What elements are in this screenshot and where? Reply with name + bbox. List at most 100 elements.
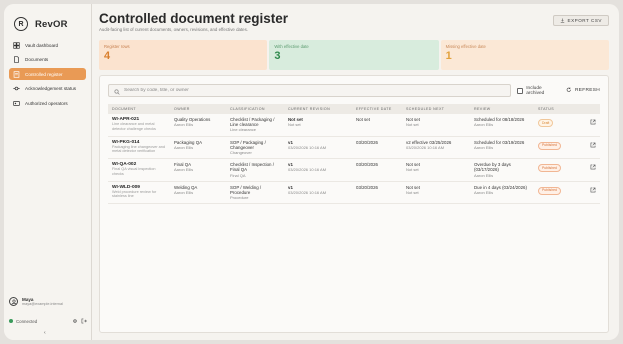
export-csv-button[interactable]: EXPORT CSV [552, 15, 609, 26]
app-window: R RevOR Vault dashboard Documents Contro… [4, 4, 619, 340]
sidebar-item-vault-dashboard[interactable]: Vault dashboard [9, 39, 86, 51]
stat-value: 3 [274, 50, 281, 62]
scheduled-next-sub: Not set [406, 167, 419, 173]
search-box [108, 82, 512, 100]
app-name: RevOR [35, 18, 68, 30]
register-card: Include archived REFRESH DOCUMENT OWNER … [99, 75, 609, 333]
revision-time: 03/20/2026 10:16 AM [288, 167, 327, 173]
document-title: Line clearance and metal detector challe… [112, 122, 156, 131]
column-header[interactable]: CLASSIFICATION [226, 104, 284, 114]
dashboard-icon [13, 41, 20, 49]
connection-status: Connected [9, 318, 87, 324]
page-title: Controlled document register [99, 11, 289, 26]
table-row[interactable]: WI-WLD-009 Weld procedure review for stai… [108, 181, 600, 205]
search-icon [114, 82, 120, 100]
stat-label: Missing effective date [445, 44, 486, 49]
review-person: Aaron Ellis [474, 172, 494, 178]
register-icon [13, 70, 20, 78]
download-icon [560, 18, 565, 24]
user-profile[interactable]: Maya maya@example.internal [9, 297, 87, 306]
column-header[interactable]: EFFECTIVE DATE [352, 104, 402, 114]
sidebar-item-authorized-operators[interactable]: Authorized operators [9, 97, 86, 109]
column-header[interactable]: STATUS [534, 104, 586, 114]
stat-label: Register rows [104, 44, 130, 49]
review: Overdue by 3 days (03/17/2026) [474, 162, 511, 173]
classification-sub: Procedure [230, 195, 249, 201]
acknowledge-icon [13, 85, 20, 92]
refresh-button[interactable]: REFRESH [566, 87, 600, 95]
search-input[interactable] [124, 88, 506, 93]
open-external-icon[interactable] [590, 142, 596, 148]
sidebar-item-documents[interactable]: Documents [9, 54, 86, 66]
column-header[interactable]: REVIEW [470, 104, 534, 114]
document-title: Final QA visual inspection checks [112, 167, 156, 176]
include-archived-toggle[interactable]: Include archived [517, 86, 560, 96]
main-content: Controlled document register Audit-facin… [92, 4, 619, 340]
table-row[interactable]: WI-PKG-014 Packaging line changeover and … [108, 136, 600, 160]
status-badge: Published [538, 186, 561, 196]
sidebar-item-label: Controlled register [25, 71, 63, 77]
toolbar: Include archived REFRESH [108, 84, 600, 97]
stat-value: 4 [104, 50, 111, 62]
column-header[interactable]: OWNER [170, 104, 226, 114]
refresh-label: REFRESH [574, 88, 600, 93]
refresh-icon [566, 87, 572, 95]
column-header[interactable]: SCHEDULED NEXT [402, 104, 470, 114]
sidebar: R RevOR Vault dashboard Documents Contro… [4, 4, 92, 340]
effective-date: 03/20/2026 [356, 139, 378, 145]
operators-icon [13, 100, 20, 107]
collapse-sidebar-icon[interactable]: ‹ [44, 330, 46, 336]
status-badge: Published [538, 164, 561, 173]
brand[interactable]: R RevOR [4, 4, 91, 34]
brand-logo-icon: R [14, 17, 28, 31]
page-subtitle: Audit-facing list of current documents, … [99, 27, 249, 32]
review-person: Aaron Ellis [474, 144, 494, 150]
stat-value: 1 [445, 50, 452, 62]
revision-time: Not set [288, 122, 301, 128]
revision-time: 03/20/2026 10:16 AM [288, 190, 327, 196]
status-badge: Draft [538, 119, 554, 128]
open-external-icon[interactable] [590, 187, 596, 193]
sidebar-item-controlled-register[interactable]: Controlled register [9, 68, 86, 80]
classification: SOP / Packaging / Changeover [230, 139, 266, 150]
owner-person: Aaron Ellis [174, 144, 194, 150]
scheduled-next-sub: 03/20/2026 10:16 AM [406, 144, 445, 150]
owner-person: Aaron Ellis [174, 167, 194, 173]
review-person: Aaron Ellis [474, 122, 494, 128]
status-badge: Published [538, 141, 561, 150]
settings-icon[interactable] [72, 318, 78, 324]
scheduled-next-sub: Not set [406, 190, 419, 196]
classification: Checklist / Packaging / Line clearance [230, 117, 275, 128]
stat-missing-effective-date: Missing effective date 1 [440, 40, 610, 70]
open-external-icon[interactable] [590, 164, 596, 170]
document-title: Weld procedure review for stainless line [112, 190, 157, 199]
sidebar-item-label: Vault dashboard [25, 42, 59, 48]
include-archived-label: Include archived [526, 85, 545, 96]
column-header[interactable]: CURRENT REVISION [284, 104, 352, 114]
sidebar-item-label: Authorized operators [25, 100, 68, 106]
document-title: Packaging line changeover and metal dete… [112, 144, 165, 154]
logout-icon[interactable] [81, 318, 87, 324]
sidebar-item-acknowledgement-status[interactable]: Acknowledgement status [9, 83, 86, 95]
table-header-row: DOCUMENT OWNER CLASSIFICATION CURRENT RE… [108, 104, 600, 114]
register-table: DOCUMENT OWNER CLASSIFICATION CURRENT RE… [108, 104, 600, 205]
stats-row: Register rows 4 With effective date 3 Mi… [99, 40, 610, 70]
classification-sub: Line clearance [230, 127, 257, 133]
table-row[interactable]: WI-QA-002 Final QA visual inspection chec… [108, 158, 600, 182]
stat-label: With effective date [274, 44, 309, 49]
status-dot-icon [9, 319, 13, 323]
column-header[interactable]: DOCUMENT [108, 104, 170, 114]
sidebar-item-label: Acknowledgement status [25, 86, 77, 91]
sidebar-nav: Vault dashboard Documents Controlled reg… [4, 39, 91, 109]
column-header-actions [586, 104, 600, 114]
export-csv-label: EXPORT CSV [567, 18, 602, 23]
user-avatar-icon [9, 297, 18, 306]
classification: Checklist / Inspection / Final QA [230, 162, 274, 173]
document-icon [13, 56, 20, 63]
connection-status-label: Connected [16, 318, 38, 324]
effective-date: 03/20/2026 [356, 162, 378, 168]
table-row[interactable]: WI-APR-021 Line clearance and metal detec… [108, 114, 600, 137]
revision-time: 03/20/2026 10:16 AM [288, 144, 327, 150]
include-archived-checkbox[interactable] [517, 87, 524, 94]
open-external-icon[interactable] [590, 119, 596, 125]
